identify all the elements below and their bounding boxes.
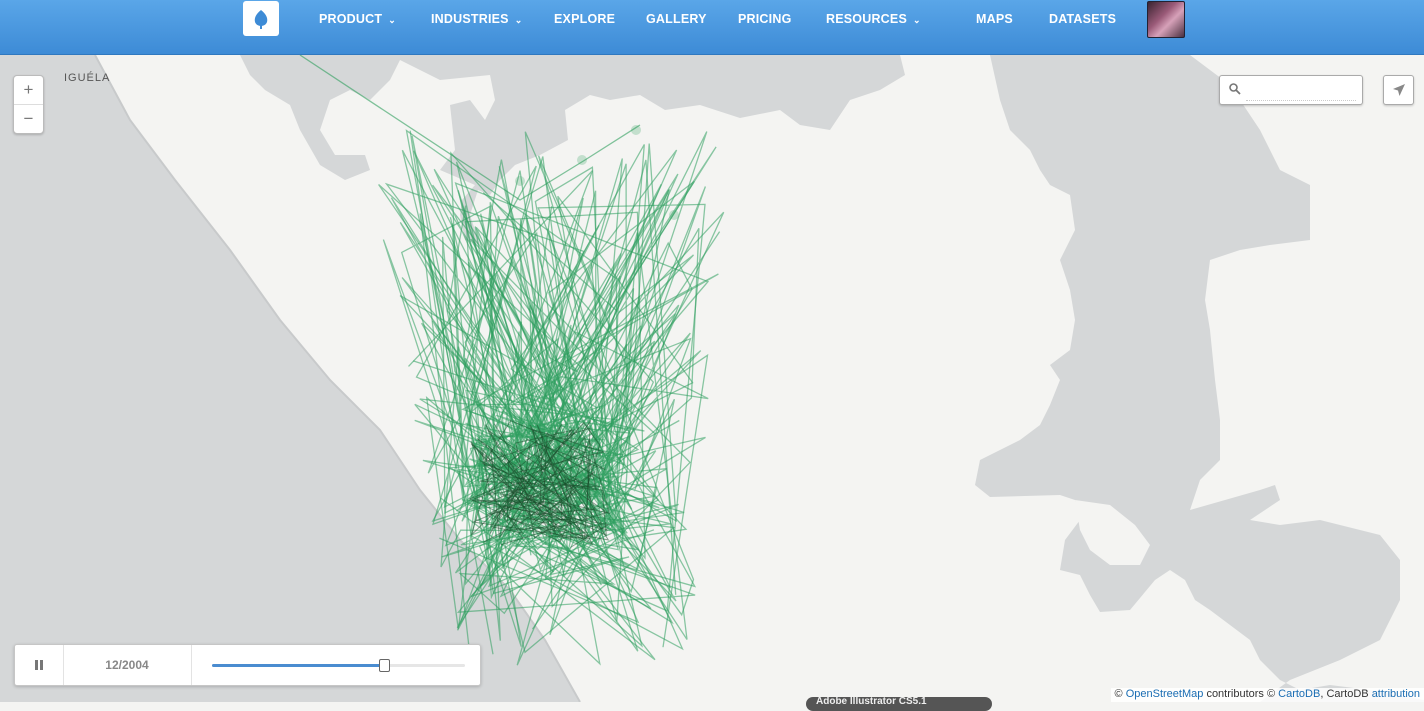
track-point <box>631 125 641 135</box>
nav-item-pricing[interactable]: PRICING <box>738 12 792 26</box>
place-label: IGUÉLA <box>64 72 111 84</box>
track-point <box>669 210 679 220</box>
zoom-in-button[interactable]: + <box>14 76 43 105</box>
zoom-out-button[interactable]: − <box>14 105 43 133</box>
timeline-handle[interactable] <box>379 659 391 672</box>
nav-label: PRODUCT <box>319 12 383 26</box>
cartodb-link[interactable]: CartoDB <box>1278 688 1320 700</box>
share-button[interactable] <box>1383 75 1414 105</box>
nav-label: RESOURCES <box>826 12 907 26</box>
app-badge: Adobe Illustrator CS5.1 <box>806 697 992 711</box>
timeline-progress <box>212 664 385 667</box>
send-icon <box>1392 84 1405 96</box>
track-point <box>505 473 515 483</box>
attribution-prefix: © <box>1114 688 1123 700</box>
attribution-middle: contributors © <box>1206 688 1276 700</box>
pause-icon <box>35 660 43 670</box>
search-box <box>1219 75 1363 105</box>
nav-item-product[interactable]: PRODUCT ⌄ <box>319 12 396 26</box>
search-input[interactable] <box>1246 80 1356 101</box>
pause-button[interactable] <box>15 645 64 685</box>
nav-label: INDUSTRIES <box>431 12 509 26</box>
track-point <box>515 176 525 186</box>
osm-link[interactable]: OpenStreetMap <box>1126 688 1204 700</box>
timeline-track[interactable] <box>212 659 465 672</box>
nav-label: PRICING <box>738 12 792 26</box>
attribution-link[interactable]: attribution <box>1372 688 1420 700</box>
top-navigation-bar: PRODUCT ⌄ INDUSTRIES ⌄ EXPLORE GALLERY PRICING… <box>0 0 1424 55</box>
map-attribution: © OpenStreetMap contributors © CartoDB, … <box>1110 688 1424 702</box>
chevron-down-icon: ⌄ <box>514 15 523 25</box>
track-point <box>565 380 575 390</box>
nav-item-industries[interactable]: INDUSTRIES ⌄ <box>431 12 522 26</box>
nav-item-gallery[interactable]: GALLERY <box>646 12 707 26</box>
nav-item-datasets[interactable]: DATASETS <box>1049 12 1116 26</box>
zoom-control: + − <box>13 75 44 134</box>
track-point <box>577 155 587 165</box>
nav-item-resources[interactable]: RESOURCES ⌄ <box>826 12 921 26</box>
chevron-down-icon: ⌄ <box>912 15 921 25</box>
nav-label: MAPS <box>976 12 1013 26</box>
basemap <box>0 54 1424 703</box>
search-icon <box>1229 83 1241 95</box>
logo-button[interactable] <box>243 1 279 36</box>
attribution-sep: , CartoDB <box>1320 688 1369 700</box>
cartodb-logo-icon <box>254 9 268 29</box>
timeline-date: 12/2004 <box>63 645 192 685</box>
time-slider-widget: 12/2004 <box>14 644 481 686</box>
nav-item-explore[interactable]: EXPLORE <box>554 12 615 26</box>
nav-label: DATASETS <box>1049 12 1117 26</box>
map-canvas[interactable] <box>0 54 1424 703</box>
nav-item-maps[interactable]: MAPS <box>976 12 1013 26</box>
user-avatar[interactable] <box>1147 1 1185 38</box>
nav-label: GALLERY <box>646 12 707 26</box>
nav-label: EXPLORE <box>554 12 616 26</box>
chevron-down-icon: ⌄ <box>388 15 396 25</box>
